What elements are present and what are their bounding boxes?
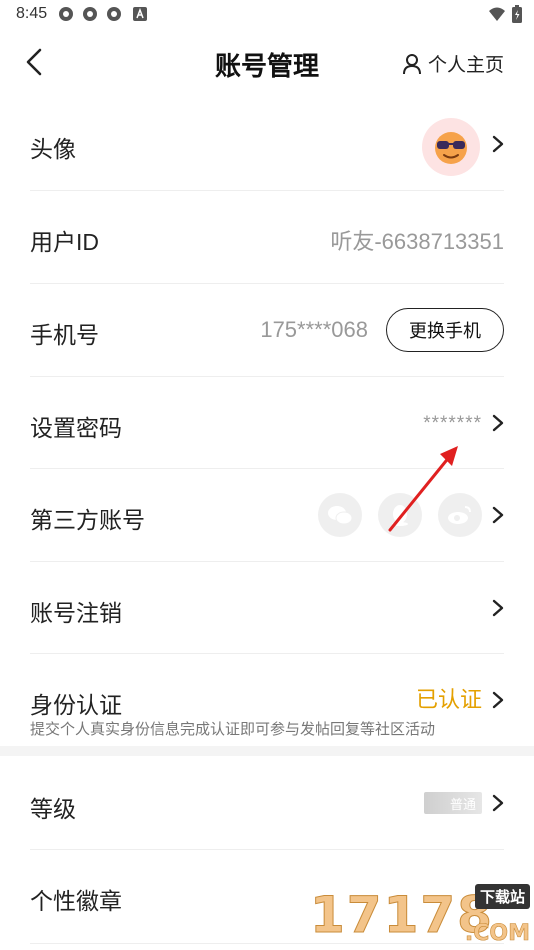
change-phone-button[interactable]: 更换手机: [386, 308, 504, 352]
chevron-right-icon: [492, 691, 504, 709]
watermark-tag: 下载站: [474, 884, 530, 909]
status-time: 8:45: [16, 5, 48, 22]
weibo-icon[interactable]: [438, 493, 482, 537]
status-bar: 8:45: [0, 0, 534, 28]
identity-verification-description: 提交个人真实身份信息完成认证即可参与发帖回复等社区活动: [30, 721, 436, 738]
chevron-right-icon: [492, 794, 504, 812]
watermark-suffix: .COM: [464, 921, 531, 947]
app-notification-icon: [83, 7, 97, 21]
account-cancellation-row[interactable]: 账号注销: [30, 562, 504, 654]
chevron-right-icon: [492, 506, 504, 524]
avatar-row[interactable]: 头像: [30, 98, 504, 191]
app-notification-icon: [107, 7, 121, 21]
text-notification-icon: [133, 7, 147, 21]
user-icon: [402, 53, 421, 74]
chevron-right-icon: [492, 414, 504, 432]
level-label: 等级: [30, 796, 76, 822]
phone-label: 手机号: [30, 322, 99, 348]
user-id-value: 听友-6638713351: [330, 229, 504, 254]
chevron-right-icon: [492, 599, 504, 617]
account-cancellation-label: 账号注销: [30, 600, 122, 626]
personal-homepage-link[interactable]: 个人主页: [402, 50, 504, 77]
qq-icon[interactable]: [378, 493, 422, 537]
app-notification-icon: [59, 7, 73, 21]
top-nav-bar: 账号管理 个人主页: [0, 28, 534, 96]
battery-icon: [512, 5, 522, 23]
identity-verification-row[interactable]: 身份认证 已认证 提交个人真实身份信息完成认证即可参与发帖回复等社区活动: [30, 654, 504, 746]
third-party-label: 第三方账号: [30, 507, 145, 533]
phone-row: 手机号 175****068 更换手机: [30, 284, 504, 377]
wifi-icon: [489, 7, 505, 21]
set-password-row[interactable]: 设置密码 *******: [30, 377, 504, 469]
avatar-label: 头像: [30, 136, 76, 162]
site-watermark: 17178 下载站 .COM: [302, 884, 532, 948]
wechat-icon[interactable]: [318, 493, 362, 537]
verified-status: 已认证: [415, 687, 482, 712]
level-badge-text: 普通: [449, 796, 476, 812]
password-mask: *******: [423, 413, 482, 434]
personal-medal-label: 个性徽章: [30, 888, 122, 914]
sunglasses-emoji-avatar-icon: [435, 132, 467, 164]
set-password-label: 设置密码: [30, 415, 122, 441]
avatar[interactable]: [422, 118, 480, 176]
phone-value: 175****068: [260, 317, 368, 342]
personal-homepage-label: 个人主页: [427, 55, 504, 76]
user-id-row: 用户ID 听友-6638713351: [30, 191, 504, 284]
level-badge: 普通: [424, 792, 482, 814]
third-party-accounts-row: 第三方账号: [30, 469, 504, 562]
identity-verification-label: 身份认证: [30, 692, 122, 718]
level-row[interactable]: 等级 普通: [30, 756, 504, 850]
user-id-label: 用户ID: [30, 229, 99, 255]
section-divider: [0, 746, 534, 756]
chevron-right-icon: [492, 135, 504, 153]
